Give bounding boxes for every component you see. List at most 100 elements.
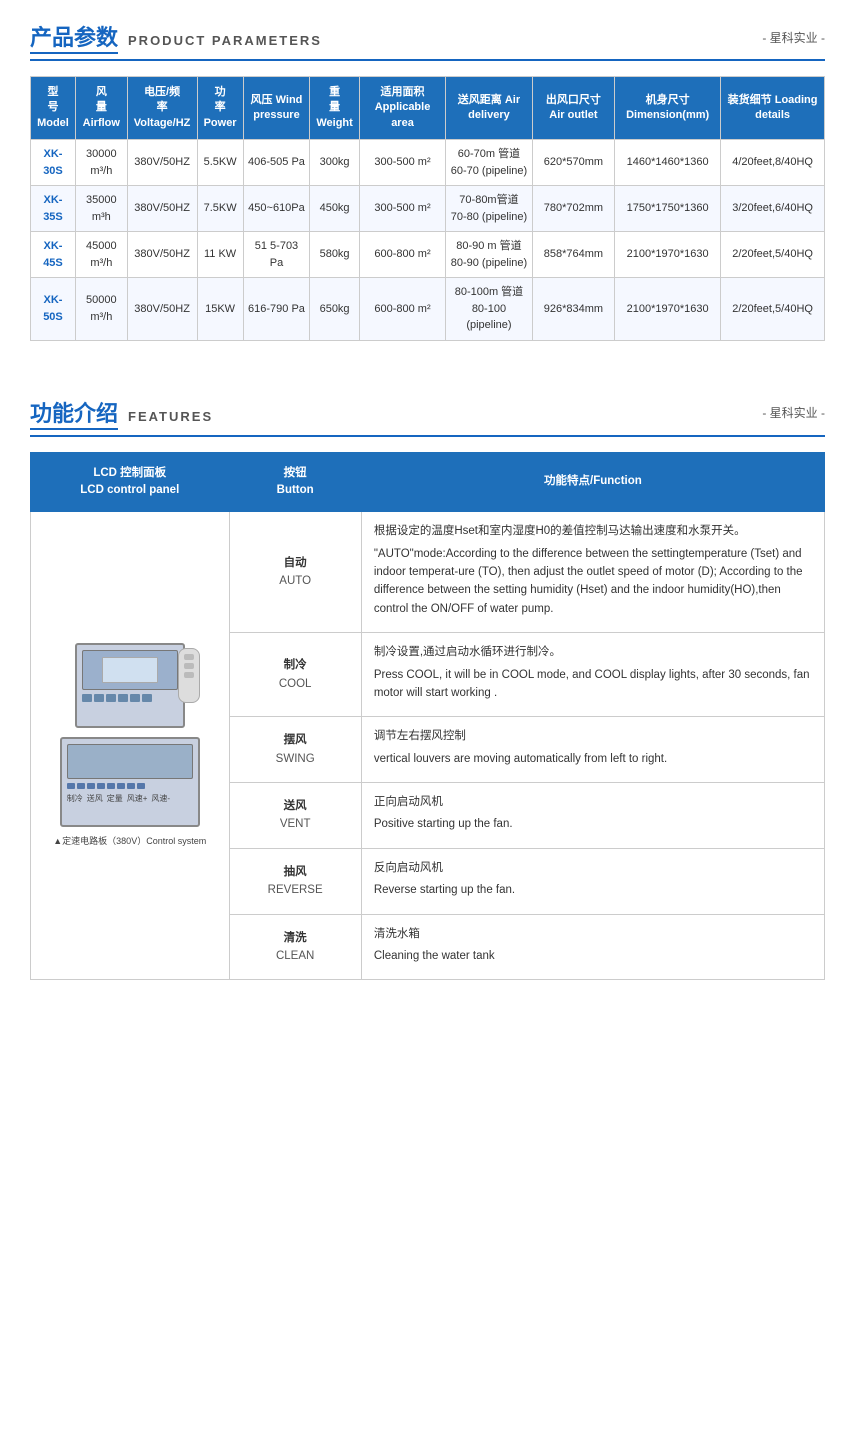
- features-title-row: 功能介绍 FEATURES: [30, 396, 213, 430]
- cell-voltage: 380V/50HZ: [127, 278, 197, 341]
- btn-en: CLEAN: [276, 950, 314, 962]
- features-title-cn: 功能介绍: [30, 396, 118, 430]
- cell-air-outlet: 926*834mm: [532, 278, 614, 341]
- col-power: 功率 Power: [197, 77, 243, 140]
- btn-en: VENT: [280, 818, 311, 830]
- col-function: 功能特点/Function: [361, 452, 824, 512]
- col-air-delivery: 送风距离 Air delivery: [446, 77, 533, 140]
- params-brand: - 星科实业 -: [762, 29, 825, 46]
- cell-model: XK-30S: [31, 140, 76, 186]
- cell-button: 送风 VENT: [229, 783, 361, 849]
- cell-area: 300-500 m²: [359, 186, 445, 232]
- cell-model: XK-35S: [31, 186, 76, 232]
- cell-airflow: 35000 m³h: [75, 186, 127, 232]
- cell-air-outlet: 620*570mm: [532, 140, 614, 186]
- cell-dimension: 2100*1970*1630: [615, 232, 721, 278]
- btn-cn: 摆风: [284, 734, 307, 746]
- cell-air-delivery: 80-90 m 管道 80-90 (pipeline): [446, 232, 533, 278]
- col-model: 型号 Model: [31, 77, 76, 140]
- params-title-cn: 产品参数: [30, 20, 118, 54]
- cell-dimension: 1750*1750*1360: [615, 186, 721, 232]
- cell-loading: 2/20feet,5/40HQ: [721, 278, 825, 341]
- cell-dimension: 2100*1970*1630: [615, 278, 721, 341]
- list-item: 制冷送风定量风速+风速- ▲定速电路板（380V）Control system …: [31, 512, 825, 633]
- btn-header-en: Button: [277, 484, 314, 496]
- product-params-section: 产品参数 PRODUCT PARAMETERS - 星科实业 - 型号 Mode…: [0, 0, 855, 361]
- cell-area: 600-800 m²: [359, 278, 445, 341]
- cell-air-outlet: 780*702mm: [532, 186, 614, 232]
- cell-area: 600-800 m²: [359, 232, 445, 278]
- cell-function: 反向启动风机Reverse starting up the fan.: [361, 848, 824, 914]
- cell-airflow: 50000 m³/h: [75, 278, 127, 341]
- table-row: XK-50S 50000 m³/h 380V/50HZ 15KW 616-790…: [31, 278, 825, 341]
- cell-power: 5.5KW: [197, 140, 243, 186]
- cell-function: 调节左右摆风控制vertical louvers are moving auto…: [361, 717, 824, 783]
- lcd-header-cn: LCD 控制面板: [93, 467, 166, 479]
- cell-weight: 580kg: [310, 232, 360, 278]
- btn-cn: 制冷: [284, 659, 307, 671]
- col-button: 按钮 Button: [229, 452, 361, 512]
- params-title-row: 产品参数 PRODUCT PARAMETERS: [30, 20, 322, 54]
- table-row: XK-35S 35000 m³h 380V/50HZ 7.5KW 450~610…: [31, 186, 825, 232]
- btn-en: SWING: [276, 753, 315, 765]
- cell-voltage: 380V/50HZ: [127, 140, 197, 186]
- col-wind-pressure: 风压 Windpressure: [243, 77, 310, 140]
- cell-area: 300-500 m²: [359, 140, 445, 186]
- cell-power: 15KW: [197, 278, 243, 341]
- control-panel-image-cell: 制冷送风定量风速+风速- ▲定速电路板（380V）Control system: [31, 512, 230, 980]
- cell-air-outlet: 858*764mm: [532, 232, 614, 278]
- cell-airflow: 45000 m³/h: [75, 232, 127, 278]
- cell-button: 制冷 COOL: [229, 633, 361, 717]
- cell-model: XK-50S: [31, 278, 76, 341]
- cell-loading: 2/20feet,5/40HQ: [721, 232, 825, 278]
- cell-wind-pressure: 51 5-703 Pa: [243, 232, 310, 278]
- col-voltage: 电压/频率 Voltage/HZ: [127, 77, 197, 140]
- col-lcd-panel: LCD 控制面板 LCD control panel: [31, 452, 230, 512]
- func-header: 功能特点/Function: [544, 475, 642, 487]
- cell-function: 正向启动风机Positive starting up the fan.: [361, 783, 824, 849]
- cell-wind-pressure: 450~610Pa: [243, 186, 310, 232]
- cell-airflow: 30000 m³/h: [75, 140, 127, 186]
- col-dimension: 机身尺寸 Dimension(mm): [615, 77, 721, 140]
- cell-power: 7.5KW: [197, 186, 243, 232]
- cell-button: 清洗 CLEAN: [229, 914, 361, 980]
- cell-wind-pressure: 616-790 Pa: [243, 278, 310, 341]
- cell-button: 自动 AUTO: [229, 512, 361, 633]
- btn-header-cn: 按钮: [284, 467, 307, 479]
- features-brand: - 星科实业 -: [762, 404, 825, 421]
- btn-cn: 送风: [284, 800, 307, 812]
- features-header: 功能介绍 FEATURES - 星科实业 -: [30, 396, 825, 437]
- features-table: LCD 控制面板 LCD control panel 按钮 Button 功能特…: [30, 452, 825, 981]
- cell-function: 制冷设置,通过启动水循环进行制冷。Press COOL, it will be …: [361, 633, 824, 717]
- btn-en: AUTO: [279, 575, 311, 587]
- cell-loading: 3/20feet,6/40HQ: [721, 186, 825, 232]
- cell-weight: 650kg: [310, 278, 360, 341]
- lcd-header-en: LCD control panel: [80, 484, 179, 496]
- btn-cn: 自动: [284, 557, 307, 569]
- table-row: XK-45S 45000 m³/h 380V/50HZ 11 KW 51 5-7…: [31, 232, 825, 278]
- cell-loading: 4/20feet,8/40HQ: [721, 140, 825, 186]
- features-section: 功能介绍 FEATURES - 星科实业 - LCD 控制面板 LCD cont…: [0, 376, 855, 1001]
- cell-function: 清洗水箱Cleaning the water tank: [361, 914, 824, 980]
- col-area: 适用面积 Applicable area: [359, 77, 445, 140]
- cell-air-delivery: 70-80m管道 70-80 (pipeline): [446, 186, 533, 232]
- cell-button: 摆风 SWING: [229, 717, 361, 783]
- cell-wind-pressure: 406-505 Pa: [243, 140, 310, 186]
- cell-air-delivery: 60-70m 管道 60-70 (pipeline): [446, 140, 533, 186]
- col-air-outlet: 出风口尺寸 Air outlet: [532, 77, 614, 140]
- params-title-en: PRODUCT PARAMETERS: [128, 33, 322, 48]
- cell-weight: 450kg: [310, 186, 360, 232]
- cell-power: 11 KW: [197, 232, 243, 278]
- cell-button: 抽风 REVERSE: [229, 848, 361, 914]
- col-loading: 装货细节 Loading details: [721, 77, 825, 140]
- btn-en: COOL: [279, 678, 312, 690]
- col-airflow: 风量 Airflow: [75, 77, 127, 140]
- cell-voltage: 380V/50HZ: [127, 186, 197, 232]
- params-header: 产品参数 PRODUCT PARAMETERS - 星科实业 -: [30, 20, 825, 61]
- btn-cn: 清洗: [284, 932, 307, 944]
- cell-air-delivery: 80-100m 管道 80-100 (pipeline): [446, 278, 533, 341]
- table-row: XK-30S 30000 m³/h 380V/50HZ 5.5KW 406-50…: [31, 140, 825, 186]
- cell-voltage: 380V/50HZ: [127, 232, 197, 278]
- params-table: 型号 Model 风量 Airflow 电压/频率 Voltage/HZ 功率 …: [30, 76, 825, 341]
- control-panel-caption: ▲定速电路板（380V）Control system: [53, 834, 206, 848]
